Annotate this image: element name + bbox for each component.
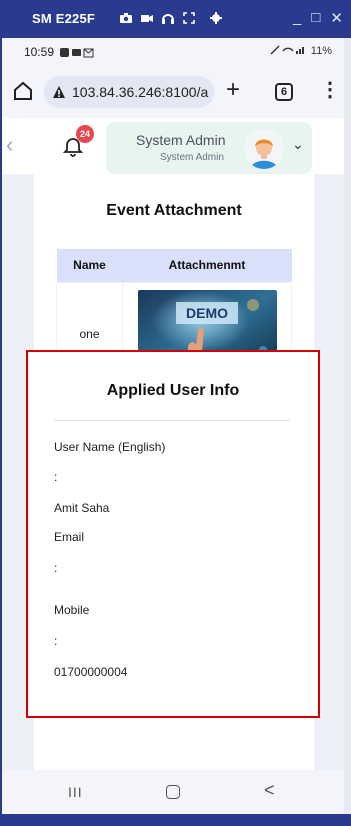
email-colon: : bbox=[54, 561, 58, 575]
emulator-toolbar bbox=[120, 11, 222, 24]
app-header: ‹ 24 System Admin System Admin ⌄ bbox=[2, 118, 344, 174]
avatar bbox=[244, 129, 284, 169]
window-controls: _ □ ✕ bbox=[293, 9, 343, 27]
divider bbox=[54, 420, 290, 421]
headset-icon[interactable] bbox=[162, 11, 174, 24]
video-icon[interactable] bbox=[141, 11, 153, 23]
mobile-value: 01700000004 bbox=[54, 665, 128, 679]
applied-user-info-title: Applied User Info bbox=[106, 382, 240, 399]
camera-icon[interactable] bbox=[120, 11, 132, 23]
new-tab-button[interactable]: + bbox=[226, 78, 240, 102]
settings-icon[interactable] bbox=[210, 11, 222, 24]
sidebar-toggle-icon[interactable]: ‹ bbox=[6, 132, 13, 158]
emulator-titlebar: SM E225F _ □ ✕ bbox=[0, 0, 351, 38]
signal-wifi-icon bbox=[270, 45, 304, 55]
browser-toolbar: 103.84.36.246:8100/a + 6 ⋮ bbox=[2, 66, 344, 118]
user-menu[interactable]: System Admin System Admin ⌄ bbox=[106, 122, 312, 174]
url-field[interactable]: 103.84.36.246:8100/a bbox=[44, 76, 214, 108]
emulator-frame: SM E225F _ □ ✕ 10:59 11% 103.84.36.246:8… bbox=[0, 0, 351, 826]
emulator-bottom-strip bbox=[0, 814, 351, 826]
status-app-icons bbox=[60, 47, 94, 61]
status-battery: 11% bbox=[270, 45, 332, 57]
battery-percent: 11% bbox=[310, 45, 332, 57]
status-bar: 10:59 11% bbox=[2, 38, 344, 66]
user-name-value: Amit Saha bbox=[54, 501, 110, 515]
close-button[interactable]: ✕ bbox=[330, 9, 343, 27]
email-label: Email bbox=[54, 530, 85, 544]
minimize-button[interactable]: _ bbox=[293, 9, 301, 27]
applied-user-info-panel: Applied User Info User Name (English) : … bbox=[26, 350, 320, 718]
column-header-name: Name bbox=[56, 249, 123, 282]
emulator-side-strip bbox=[344, 38, 351, 814]
more-menu-icon[interactable]: ⋮ bbox=[320, 80, 340, 100]
tab-switcher-button[interactable]: 6 bbox=[275, 83, 293, 101]
url-text: 103.84.36.246:8100/a bbox=[72, 84, 209, 100]
user-role: System Admin bbox=[160, 152, 224, 163]
mobile-colon: : bbox=[54, 634, 58, 648]
user-name: System Admin bbox=[136, 132, 226, 148]
table-header-row: Name Attachmenmt bbox=[56, 249, 292, 282]
notification-badge: 24 bbox=[76, 125, 94, 143]
demo-image-label: DEMO bbox=[186, 305, 228, 321]
home-icon[interactable] bbox=[12, 80, 34, 102]
mobile-label: Mobile bbox=[54, 603, 90, 617]
recent-apps-button[interactable]: III bbox=[68, 784, 83, 800]
device-name: SM E225F bbox=[32, 11, 96, 26]
back-button[interactable]: < bbox=[264, 780, 275, 801]
user-name-colon: : bbox=[54, 470, 58, 484]
chevron-down-icon[interactable]: ⌄ bbox=[292, 136, 304, 153]
home-button[interactable] bbox=[166, 785, 180, 799]
status-time: 10:59 bbox=[24, 45, 55, 59]
user-name-label: User Name (English) bbox=[54, 440, 166, 454]
maximize-button[interactable]: □ bbox=[311, 9, 320, 27]
fullscreen-icon[interactable] bbox=[183, 11, 195, 24]
android-nav-bar: III < bbox=[2, 770, 344, 814]
event-attachment-title: Event Attachment bbox=[106, 202, 242, 219]
not-secure-icon[interactable] bbox=[52, 85, 66, 99]
column-header-attachment: Attachmenmt bbox=[122, 249, 292, 282]
